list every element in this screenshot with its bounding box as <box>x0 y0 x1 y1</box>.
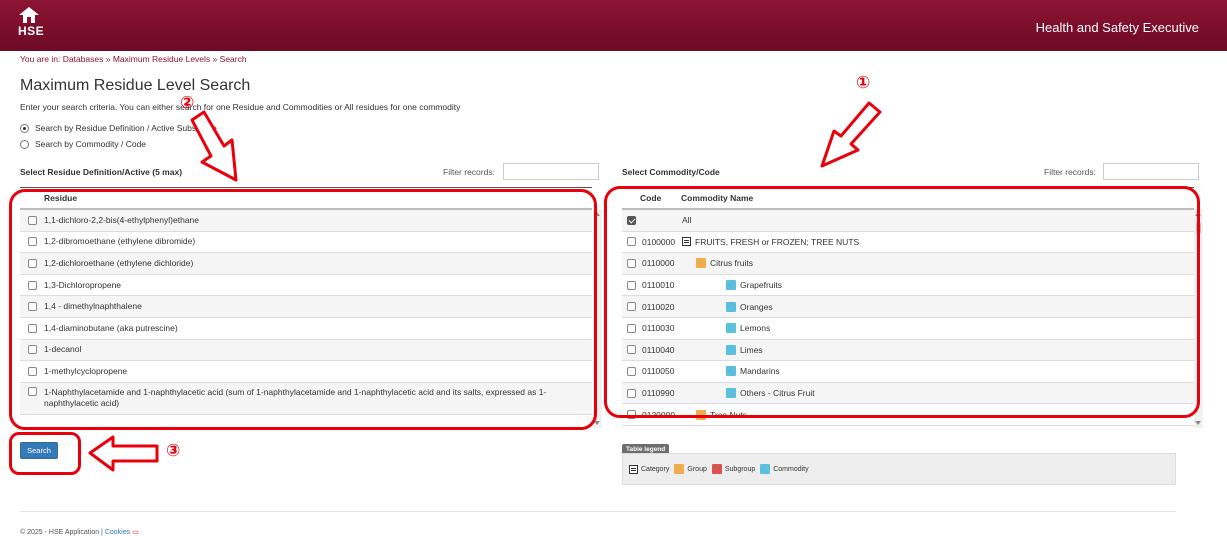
footer: © 2025 - HSE Application | Cookies ▭ <box>20 528 139 536</box>
header-banner: HSE Health and Safety Executive <box>0 0 1227 51</box>
radio-search-by-commodity[interactable]: Search by Commodity / Code <box>20 139 146 149</box>
house-icon <box>19 7 39 23</box>
annotation-commodity-box <box>604 186 1200 418</box>
radio-label: Search by Residue Definition / Active Su… <box>35 123 217 133</box>
legend-item-category: Category <box>629 464 670 474</box>
breadcrumb-separator: » <box>212 54 218 64</box>
residue-filter-label: Filter records: <box>443 167 495 177</box>
annotation-search-box <box>9 432 81 475</box>
commodity-filter-input[interactable] <box>1103 163 1199 180</box>
legend-item-commodity: Commodity <box>760 464 809 474</box>
table-legend: Category Group Subgroup Commodity <box>622 453 1176 485</box>
radio-unselected-icon[interactable] <box>20 139 29 149</box>
annotation-number-one: ① <box>856 73 871 93</box>
category-icon <box>629 464 638 474</box>
legend-label: Commodity <box>773 465 809 473</box>
radio-selected-icon[interactable] <box>20 123 29 133</box>
breadcrumb-separator: » <box>105 54 111 64</box>
breadcrumb-item-mrl[interactable]: Maximum Residue Levels <box>113 54 210 64</box>
footer-copyright: © 2025 - HSE Application | <box>20 529 103 536</box>
page-intro: Enter your search criteria. You can eith… <box>20 102 461 112</box>
radio-label: Search by Commodity / Code <box>35 139 147 149</box>
annotation-number-three: ③ <box>166 441 181 461</box>
legend-item-subgroup: Subgroup <box>711 464 756 474</box>
radio-search-by-residue[interactable]: Search by Residue Definition / Active Su… <box>20 123 217 133</box>
annotation-arrow-one-icon <box>820 101 882 168</box>
breadcrumb-item-databases[interactable]: Databases <box>63 54 104 64</box>
annotation-residue-box <box>9 189 597 430</box>
legend-label: Category <box>641 465 670 473</box>
org-name: Health and Safety Executive <box>1035 20 1199 35</box>
legend-item-group: Group <box>674 464 707 474</box>
footer-divider <box>20 511 1176 512</box>
annotation-number-two: ② <box>180 93 195 113</box>
residue-panel-title: Select Residue Definition/Active (5 max) <box>20 167 183 177</box>
commodity-swatch-icon <box>760 464 771 474</box>
page-title: Maximum Residue Level Search <box>20 77 251 94</box>
legend-label: Subgroup <box>724 465 756 473</box>
hse-logo[interactable]: HSE <box>18 6 44 38</box>
residue-filter-input[interactable] <box>503 163 599 180</box>
cookies-link[interactable]: Cookies <box>105 529 130 536</box>
commodity-filter-label: Filter records: <box>1044 167 1096 177</box>
group-swatch-icon <box>674 464 685 474</box>
annotation-arrow-three-icon <box>88 435 159 472</box>
legend-label: Group <box>687 465 707 473</box>
breadcrumb: You are in: Databases » Maximum Residue … <box>20 54 247 64</box>
breadcrumb-prefix: You are in: <box>20 54 61 64</box>
breadcrumb-item-search[interactable]: Search <box>220 54 247 64</box>
logo-text: HSE <box>18 24 45 38</box>
subgroup-swatch-icon <box>711 464 722 474</box>
scroll-down-icon[interactable] <box>1195 421 1201 425</box>
cookie-icon: ▭ <box>132 529 139 536</box>
commodity-panel-title: Select Commodity/Code <box>622 167 720 177</box>
